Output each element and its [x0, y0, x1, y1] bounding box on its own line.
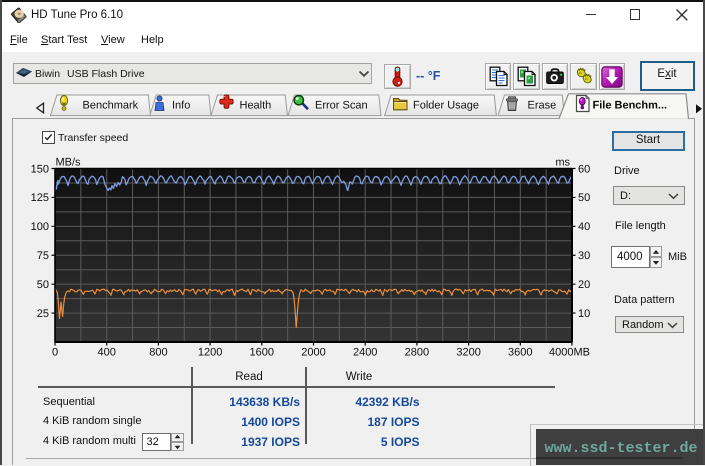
svg-text:Health: Health: [240, 100, 272, 112]
svg-text:25: 25: [37, 308, 49, 320]
svg-text:1200: 1200: [198, 347, 222, 359]
svg-text:Benchmark: Benchmark: [83, 100, 139, 112]
svg-text:10: 10: [578, 308, 590, 320]
svg-text:400: 400: [98, 347, 116, 359]
svg-text:100: 100: [31, 221, 49, 233]
svg-text:30: 30: [578, 250, 590, 262]
svg-text:Folder Usage: Folder Usage: [413, 100, 479, 112]
svg-text:50: 50: [37, 279, 49, 291]
svg-text:4000MB: 4000MB: [549, 347, 590, 359]
svg-text:1600: 1600: [250, 347, 274, 359]
svg-text:2000: 2000: [301, 347, 325, 359]
svg-text:Info: Info: [172, 100, 190, 112]
svg-text:800: 800: [149, 347, 167, 359]
svg-text:50: 50: [578, 192, 590, 204]
svg-text:40: 40: [578, 221, 590, 233]
svg-text:125: 125: [31, 192, 49, 204]
svg-text:0: 0: [52, 347, 58, 359]
svg-text:3200: 3200: [456, 347, 480, 359]
svg-text:75: 75: [37, 250, 49, 262]
svg-text:3600: 3600: [508, 347, 532, 359]
svg-text:150: 150: [31, 163, 49, 175]
svg-text:2800: 2800: [405, 347, 429, 359]
svg-text:20: 20: [578, 279, 590, 291]
svg-text:2400: 2400: [353, 347, 377, 359]
svg-text:Error Scan: Error Scan: [315, 100, 368, 112]
svg-text:File Benchm...: File Benchm...: [593, 100, 668, 112]
svg-text:ms: ms: [555, 157, 570, 169]
svg-text:60: 60: [578, 163, 590, 175]
svg-text:MB/s: MB/s: [56, 157, 82, 169]
